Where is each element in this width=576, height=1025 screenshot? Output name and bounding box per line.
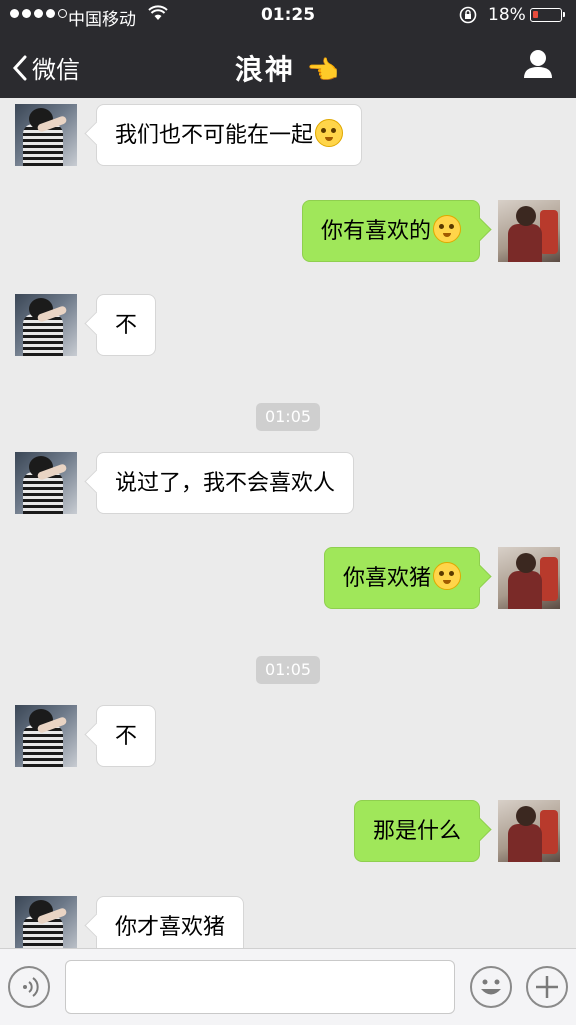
- message-text: 不: [115, 313, 138, 338]
- received-message[interactable]: 我们也不可能在一起: [96, 104, 363, 166]
- received-message[interactable]: 你才喜欢猪: [96, 896, 245, 948]
- chat-title: 浪神 👈: [0, 48, 576, 88]
- smile-emoji-icon: [315, 119, 344, 147]
- message-text: 不: [115, 724, 138, 749]
- received-message[interactable]: 说过了，我不会喜欢人: [96, 452, 355, 514]
- surprised-emoji-icon: [433, 215, 461, 243]
- plus-icon: [536, 976, 558, 998]
- chat-area[interactable]: 我们也不可能在一起 你有喜欢的 不 01:05 说过了，我不会喜欢人 你喜欢猪 …: [0, 98, 576, 948]
- message-text: 那是什么: [372, 819, 461, 844]
- message-text: 说过了，我不会喜欢人: [115, 471, 336, 496]
- message-text: 你喜欢猪: [342, 566, 431, 591]
- shocked-emoji-icon: [433, 562, 461, 590]
- rotation-lock-icon: [458, 5, 478, 30]
- voice-button[interactable]: [8, 966, 50, 1008]
- sent-message[interactable]: 你有喜欢的: [301, 200, 480, 262]
- message-text: 我们也不可能在一起: [115, 123, 314, 148]
- contact-avatar[interactable]: [15, 294, 77, 356]
- my-avatar[interactable]: [498, 547, 560, 609]
- message-text: 你有喜欢的: [320, 219, 431, 244]
- input-bar: [0, 948, 576, 1025]
- pointing-hand-icon: 👈: [306, 56, 342, 86]
- battery-percent: 18%: [488, 5, 526, 25]
- person-icon: [524, 50, 552, 78]
- profile-button[interactable]: [522, 48, 554, 84]
- received-message[interactable]: 不: [96, 294, 157, 356]
- more-button[interactable]: [526, 966, 568, 1008]
- nav-bar: 微信 浪神 👈: [0, 32, 576, 98]
- status-bar: 中国移动 01:25 18%: [0, 0, 576, 32]
- battery-icon: [530, 8, 565, 22]
- sent-message[interactable]: 你喜欢猪: [323, 547, 480, 609]
- contact-avatar[interactable]: [15, 104, 77, 166]
- timestamp: 01:05: [256, 403, 320, 431]
- timestamp: 01:05: [256, 656, 320, 684]
- top-bar: 中国移动 01:25 18% 微信 浪神 👈: [0, 0, 576, 98]
- my-avatar[interactable]: [498, 800, 560, 862]
- my-avatar[interactable]: [498, 200, 560, 262]
- message-text: 你才喜欢猪: [115, 915, 226, 940]
- emoji-button[interactable]: [470, 966, 512, 1008]
- chat-title-text: 浪神: [234, 53, 295, 86]
- received-message[interactable]: 不: [96, 705, 157, 767]
- sent-message[interactable]: 那是什么: [353, 800, 480, 862]
- contact-avatar[interactable]: [15, 705, 77, 767]
- voice-icon: [23, 977, 39, 997]
- message-input[interactable]: [65, 960, 455, 1014]
- contact-avatar[interactable]: [15, 896, 77, 948]
- contact-avatar[interactable]: [15, 452, 77, 514]
- smiley-icon: [481, 979, 501, 995]
